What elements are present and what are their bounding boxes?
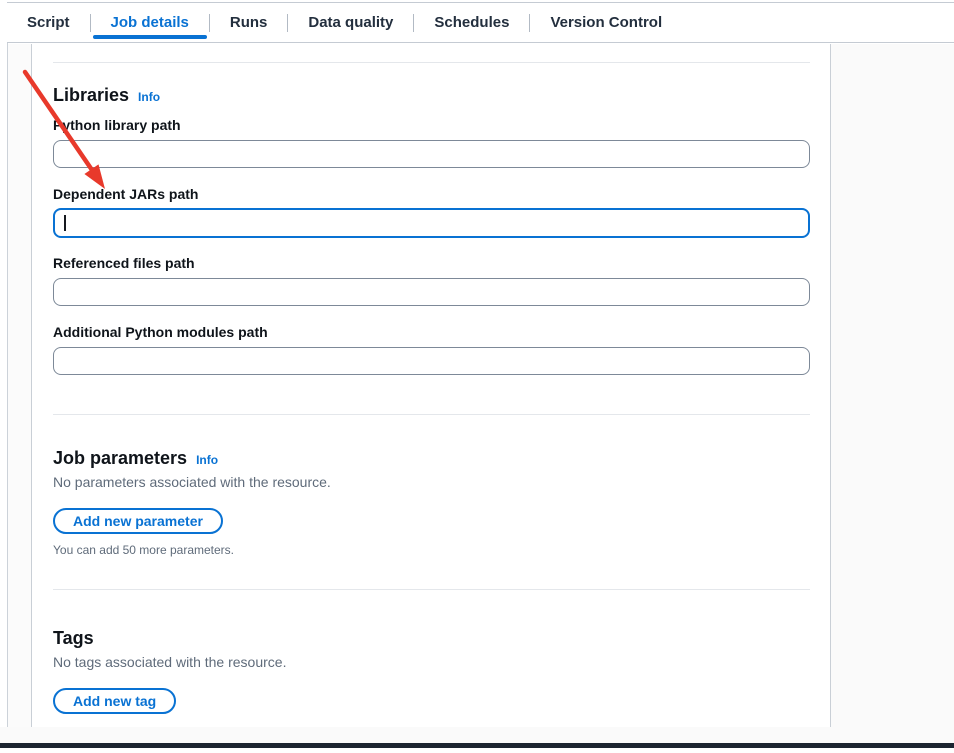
python-library-path-input[interactable] (53, 140, 810, 168)
tags-empty-message: No tags associated with the resource. (53, 653, 810, 671)
tags-heading-row: Tags (53, 627, 810, 649)
python-library-path-row (53, 139, 810, 169)
tab-job-details[interactable]: Job details (91, 3, 209, 42)
python-library-path-label: Python library path (53, 118, 810, 132)
job-parameters-info-link[interactable]: Info (196, 453, 218, 467)
left-gutter (8, 44, 31, 727)
referenced-files-path-row (53, 277, 810, 307)
additional-python-modules-path-label: Additional Python modules path (53, 325, 810, 339)
section-divider (53, 62, 810, 63)
page: Script Job details Runs Data quality Sch… (0, 0, 954, 753)
text-cursor (64, 215, 66, 231)
referenced-files-path-label: Referenced files path (53, 256, 810, 270)
add-new-parameter-button[interactable]: Add new parameter (53, 508, 223, 534)
right-gutter (831, 44, 954, 727)
tab-script[interactable]: Script (7, 3, 90, 42)
job-details-form-panel: Libraries Info Python library path Depen… (31, 44, 831, 727)
referenced-files-path-input[interactable] (53, 278, 810, 306)
dependent-jars-path-input[interactable] (53, 208, 810, 238)
tags-section-title: Tags (53, 627, 94, 649)
job-parameters-empty-message: No parameters associated with the resour… (53, 473, 810, 491)
tab-data-quality[interactable]: Data quality (288, 3, 413, 42)
libraries-info-link[interactable]: Info (138, 90, 160, 104)
dependent-jars-path-row (53, 208, 810, 238)
dependent-jars-path-label: Dependent JARs path (53, 187, 810, 201)
add-new-tag-button[interactable]: Add new tag (53, 688, 176, 714)
job-parameters-section-title: Job parameters (53, 447, 187, 469)
section-divider (53, 414, 810, 415)
tab-version-control[interactable]: Version Control (530, 3, 682, 42)
tab-runs[interactable]: Runs (210, 3, 288, 42)
job-parameters-heading-row: Job parameters Info (53, 447, 810, 469)
job-parameters-hint: You can add 50 more parameters. (53, 543, 810, 557)
libraries-heading-row: Libraries Info (53, 84, 810, 106)
tab-schedules[interactable]: Schedules (414, 3, 529, 42)
libraries-section-title: Libraries (53, 84, 129, 106)
window-bottom-bar (0, 743, 954, 748)
additional-python-modules-path-input[interactable] (53, 347, 810, 375)
additional-python-modules-path-row (53, 346, 810, 376)
section-divider (53, 589, 810, 590)
bottom-strip (0, 727, 954, 743)
tab-bar: Script Job details Runs Data quality Sch… (7, 2, 954, 43)
